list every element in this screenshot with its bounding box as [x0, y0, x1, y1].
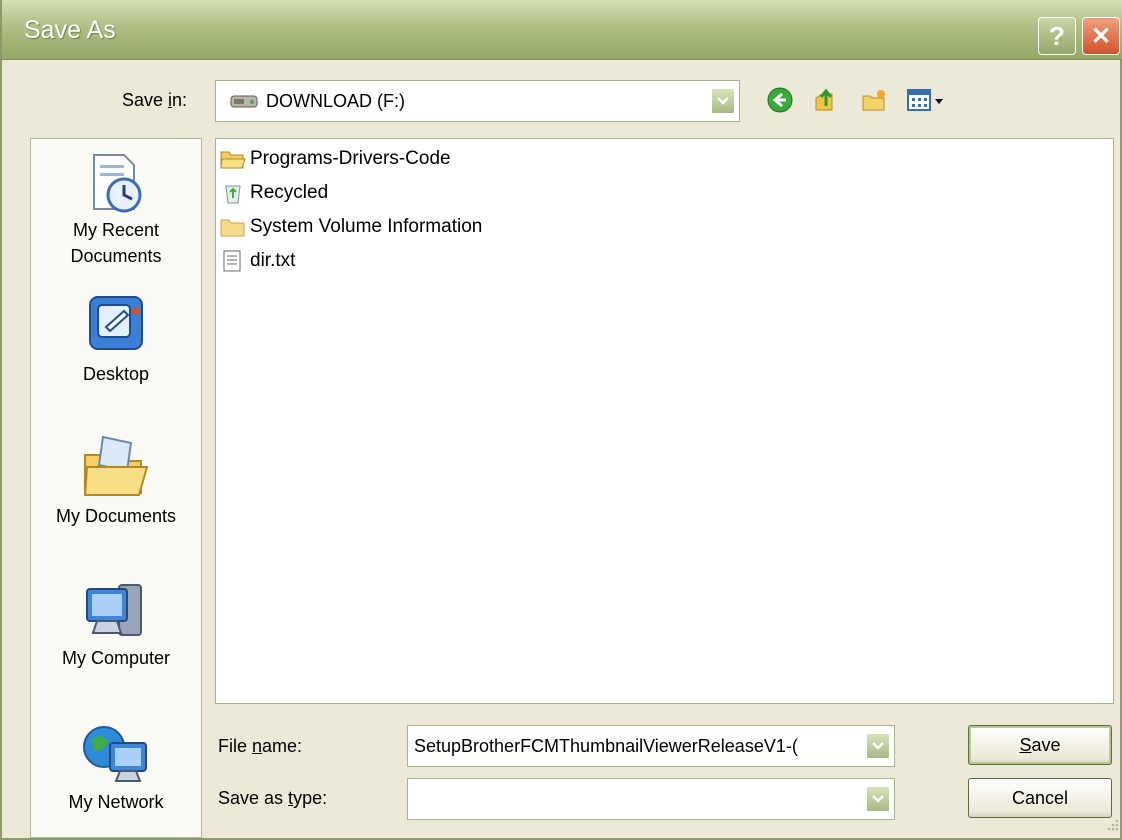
- cancel-button[interactable]: Cancel: [968, 778, 1112, 818]
- save-in-value: DOWNLOAD (F:): [266, 91, 405, 111]
- place-label-line2: Documents: [70, 246, 162, 266]
- save-as-type-dropdown-button[interactable]: [866, 786, 890, 812]
- file-name-field[interactable]: SetupBrotherFCMThumbnailViewerReleaseV1-…: [407, 725, 895, 767]
- title-bar[interactable]: Save As ? ✕: [2, 0, 1122, 60]
- up-folder-icon[interactable]: [812, 86, 840, 114]
- views-menu-icon[interactable]: [906, 86, 946, 114]
- chevron-down-icon: [872, 742, 884, 750]
- new-folder-icon[interactable]: [860, 86, 888, 114]
- list-item[interactable]: Programs-Drivers-Code: [220, 145, 451, 173]
- place-desktop[interactable]: Desktop: [31, 291, 201, 387]
- save-in-combo[interactable]: DOWNLOAD (F:): [215, 80, 740, 122]
- file-name: dir.txt: [250, 250, 296, 271]
- file-name: Programs-Drivers-Code: [250, 148, 451, 169]
- save-as-type-label: Save as type:: [218, 788, 328, 808]
- place-label-line1: My Recent: [72, 220, 160, 240]
- help-icon: ?: [1049, 20, 1065, 51]
- close-button[interactable]: ✕: [1082, 17, 1120, 55]
- window-title: Save As: [24, 16, 116, 44]
- file-name-label: File name:: [218, 736, 303, 756]
- place-my-computer[interactable]: My Computer: [31, 579, 201, 671]
- desktop-icon: [89, 296, 143, 350]
- folder-open-icon: [220, 151, 246, 169]
- list-item[interactable]: System Volume Information: [220, 213, 482, 241]
- save-in-label: Save in:: [122, 90, 188, 110]
- chevron-down-icon: [717, 97, 729, 105]
- recent-documents-icon: [93, 154, 142, 213]
- file-name: System Volume Information: [250, 216, 483, 237]
- recycle-bin-icon: [225, 185, 241, 204]
- my-computer-icon: [86, 584, 142, 636]
- list-item[interactable]: dir.txt: [220, 247, 295, 275]
- save-as-dialog: Save As ? ✕ Save in: DOWNLOAD (F:) My Re…: [0, 0, 1122, 840]
- place-label-line1: My Computer: [61, 648, 171, 668]
- place-my-documents[interactable]: My Documents: [31, 431, 201, 529]
- place-label-line1: My Documents: [55, 506, 177, 526]
- save-button[interactable]: Save: [968, 725, 1112, 765]
- resize-grip-icon[interactable]: [1102, 816, 1120, 834]
- text-file-icon: [223, 250, 241, 272]
- file-name-dropdown-button[interactable]: [866, 733, 890, 759]
- place-my-network[interactable]: My Network: [31, 721, 201, 815]
- places-bar: My Recent Documents Desktop My Documents: [30, 138, 202, 838]
- place-label-line1: Desktop: [82, 364, 150, 384]
- save-as-type-select[interactable]: [407, 778, 895, 820]
- close-icon: ✕: [1090, 22, 1112, 50]
- save-in-dropdown-button[interactable]: [711, 88, 735, 114]
- file-name: Recycled: [250, 182, 329, 203]
- drive-icon: [230, 95, 258, 108]
- place-label-line1: My Network: [68, 792, 164, 812]
- file-name-value: SetupBrotherFCMThumbnailViewerReleaseV1-…: [414, 736, 798, 756]
- my-network-icon: [83, 726, 147, 782]
- my-documents-icon: [83, 435, 149, 496]
- folder-icon: [220, 219, 245, 237]
- place-my-recent-documents[interactable]: My Recent Documents: [31, 151, 201, 269]
- chevron-down-icon: [872, 795, 884, 803]
- list-item[interactable]: Recycled: [220, 179, 328, 207]
- back-icon[interactable]: [766, 86, 794, 114]
- help-button[interactable]: ?: [1038, 17, 1076, 55]
- file-list[interactable]: Programs-Drivers-Code Recycled System Vo…: [215, 138, 1114, 704]
